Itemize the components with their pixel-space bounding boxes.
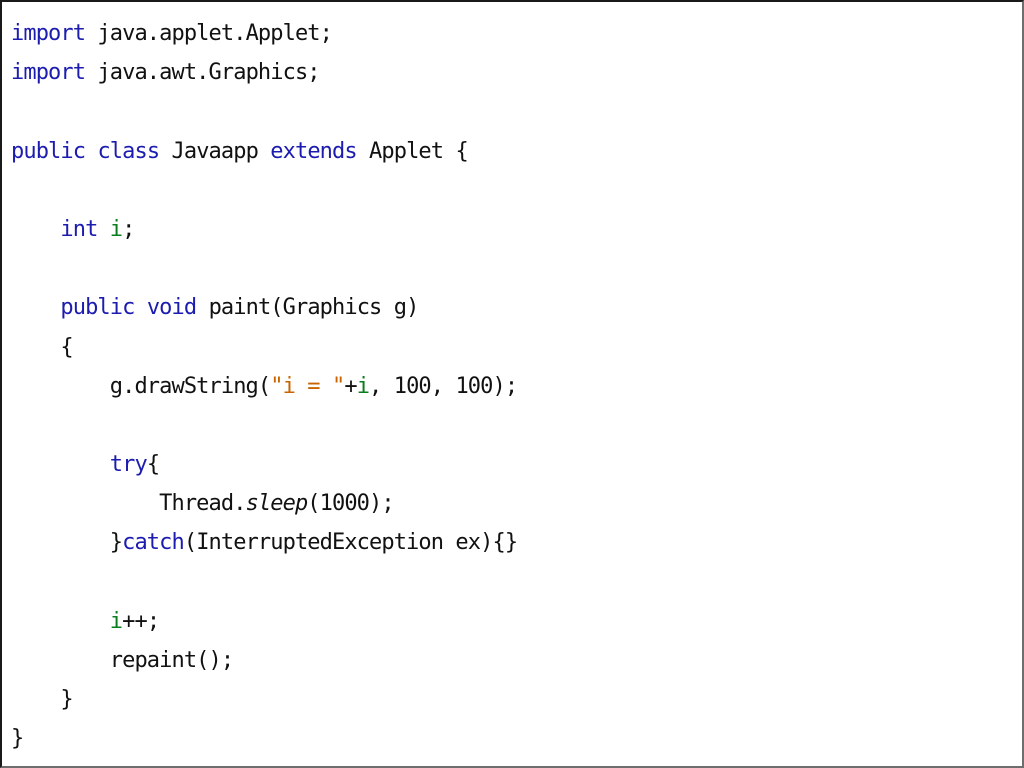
code-line: public class Javaapp extends Applet { [11, 132, 517, 171]
code-line: } [11, 719, 517, 758]
code-token: java.applet.Applet; [85, 21, 332, 46]
code-field: i [109, 608, 123, 634]
code-token: repaint(); [11, 648, 234, 673]
code-token: ++; [122, 608, 160, 634]
code-keyword: public [60, 295, 135, 321]
code-keyword: void [146, 295, 197, 321]
code-line: public void paint(Graphics g) [11, 288, 517, 327]
code-keyword: import [11, 60, 86, 86]
code-token: paint(Graphics g) [196, 295, 420, 321]
code-token: Applet { [356, 138, 469, 164]
code-keyword: int [60, 216, 98, 242]
code-keyword: catch [122, 530, 185, 556]
code-line: }catch(InterruptedException ex){} [11, 523, 518, 562]
code-token: ; [122, 216, 135, 242]
code-token: , 100, 100); [369, 373, 518, 399]
code-area[interactable]: import java.applet.Applet; import java.aw… [11, 14, 518, 759]
code-line: import java.applet.Applet; [11, 14, 517, 53]
code-line: import java.awt.Graphics; [11, 53, 517, 92]
code-keyword: extends [270, 138, 357, 164]
code-line: int i; [11, 210, 517, 249]
code-token: sleep [245, 491, 309, 517]
code-field: i [356, 373, 370, 399]
code-token: java.awt.Graphics; [85, 60, 320, 86]
code-token: g.drawString( [11, 373, 271, 399]
code-line: Thread.sleep(1000); [11, 484, 517, 523]
code-line: g.drawString("i = "+i, 100, 100); [11, 367, 518, 406]
code-editor[interactable]: import java.applet.Applet; import java.aw… [0, 0, 1024, 768]
code-token: } [11, 726, 24, 752]
code-token: + [344, 373, 357, 399]
code-keyword: public [11, 138, 86, 164]
code-token: Javaapp [159, 138, 271, 164]
code-token: } [11, 687, 73, 713]
code-string: "i = " [270, 373, 345, 399]
code-line: repaint(); [11, 641, 517, 680]
code-line: try{ [11, 445, 517, 484]
code-keyword: class [97, 138, 160, 164]
code-line: i++; [11, 602, 517, 641]
code-token: { [146, 452, 160, 478]
code-token: (1000); [307, 491, 394, 517]
code-keyword: try [109, 452, 148, 478]
code-token: { [11, 334, 73, 360]
code-token: } [11, 530, 123, 556]
code-line: } [11, 680, 517, 719]
code-line: { [11, 328, 517, 367]
code-field: i [109, 216, 123, 242]
code-keyword: import [11, 21, 86, 46]
code-token: (InterruptedException ex){} [183, 530, 518, 556]
code-token: Thread. [11, 491, 246, 517]
